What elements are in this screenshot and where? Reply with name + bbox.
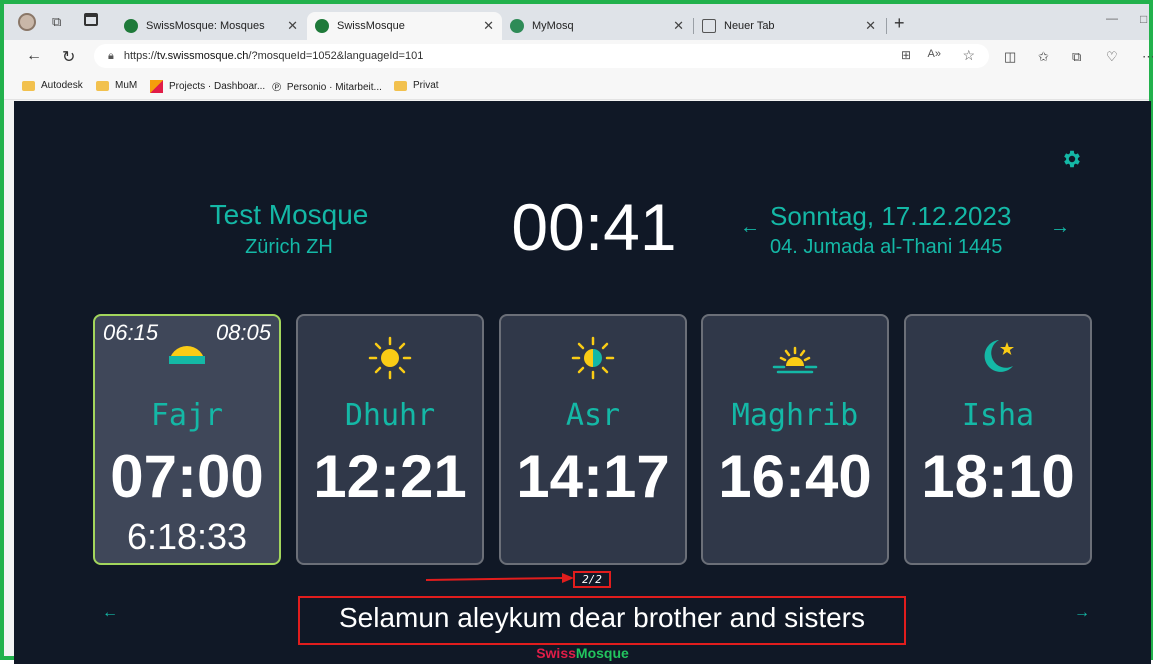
brand-part-1: Swiss — [536, 645, 576, 661]
more-menu-icon[interactable]: ⋯ — [1142, 49, 1153, 65]
tab-label: Neuer Tab — [724, 20, 775, 32]
moon-star-icon — [906, 336, 1090, 380]
next-message-arrow-icon[interactable]: → — [1074, 604, 1090, 622]
bookmark-label: Projects · Dashboar... — [169, 81, 266, 92]
prayer-time: 12:21 — [313, 443, 467, 510]
prayer-card-fajr: 06:15 08:05 Fajr 07:00 6:18:33 — [93, 314, 281, 565]
refresh-icon[interactable]: ↻ — [62, 47, 75, 67]
hijri-date: 04. Jumada al-Thani 1445 — [770, 236, 1003, 258]
read-aloud-icon[interactable]: A» — [928, 48, 941, 60]
tab-swissmosque[interactable]: SwissMosque ✕ — [307, 12, 502, 40]
settings-gear-icon[interactable] — [1061, 148, 1083, 170]
prayer-card-maghrib: Maghrib 16:40 — [701, 314, 889, 565]
prayer-countdown: 6:18:33 — [126, 516, 248, 557]
gregorian-date: Sonntag, 17.12.2023 — [770, 201, 1012, 231]
prayer-name: Maghrib — [731, 398, 859, 433]
tab-label: MyMosq — [532, 20, 574, 32]
bookmark-label: Autodesk — [41, 80, 83, 91]
prayer-time: 18:10 — [921, 443, 1075, 510]
bookmark-label: Personio · Mitarbeit... — [286, 81, 382, 93]
tab-strip: ⧉ SwissMosque: Mosques ✕ SwissMosque ✕ M… — [4, 4, 1149, 40]
url-field[interactable]: 🔒︎ https://tv.swissmosque.ch/?mosqueId=1… — [94, 44, 989, 68]
folder-icon — [22, 80, 35, 91]
prayer-name: Dhuhr — [344, 398, 436, 433]
favorites-icon[interactable]: ✩ — [1038, 49, 1049, 65]
close-tab-icon[interactable]: ✕ — [673, 18, 684, 34]
sunset-icon — [703, 336, 887, 380]
split-screen-icon[interactable]: ◫ — [1004, 49, 1016, 65]
workspaces-icon[interactable]: ⧉ — [52, 14, 61, 30]
tab-separator — [886, 18, 887, 34]
bookmark-projects[interactable]: Projects · Dashboar... — [150, 80, 265, 93]
prayer-time: 14:17 — [516, 443, 670, 510]
close-tab-icon[interactable]: ✕ — [865, 18, 876, 34]
lock-icon: 🔒︎ — [108, 49, 114, 62]
tab-actions-icon[interactable] — [84, 13, 98, 26]
bookmark-mum[interactable]: MuM — [96, 80, 137, 91]
folder-icon — [394, 80, 407, 91]
bookmark-privat[interactable]: Privat — [394, 80, 439, 91]
new-tab-favicon-icon — [702, 19, 716, 33]
brand-part-2: Mosque — [575, 645, 629, 661]
prayer-name: Isha — [961, 398, 1035, 433]
tab-label: SwissMosque: Mosques — [146, 20, 265, 32]
app-available-icon[interactable]: ⊞ — [901, 48, 911, 62]
tab-swissmosque-mosques[interactable]: SwissMosque: Mosques ✕ — [116, 12, 306, 40]
bookmarks-bar: Autodesk MuM Projects · Dashboar... ℗ Pe… — [4, 72, 1149, 100]
collections-icon[interactable]: ⧉ — [1072, 49, 1081, 65]
tab-neuer-tab[interactable]: Neuer Tab ✕ — [694, 12, 884, 40]
next-day-arrow-icon[interactable]: → — [1050, 216, 1070, 239]
previous-day-arrow-icon[interactable]: ← — [740, 216, 760, 239]
favorite-star-icon[interactable]: ☆ — [962, 47, 975, 64]
bookmark-label: Privat — [413, 80, 439, 91]
swissmosque-favicon-icon — [124, 19, 138, 33]
folder-icon — [96, 80, 109, 91]
prayer-name: Asr — [565, 398, 621, 433]
browser-essentials-icon[interactable]: ♡ — [1106, 49, 1118, 65]
profile-avatar[interactable] — [18, 13, 36, 31]
announcement-message: Selamun aleykum dear brother and sisters — [298, 596, 906, 645]
tab-mymosq[interactable]: MyMosq ✕ — [502, 12, 692, 40]
personio-icon: ℗ — [272, 80, 281, 94]
bookmark-label: MuM — [115, 80, 138, 91]
address-bar-row: ← ↻ 🔒︎ https://tv.swissmosque.ch/?mosque… — [4, 40, 1153, 72]
prayer-name: Fajr — [150, 398, 224, 433]
brand-logo: SwissMosque — [14, 645, 1151, 661]
sun-icon — [298, 336, 482, 380]
minimize-icon[interactable]: — — [1106, 11, 1118, 25]
message-page-indicator: 2/2 — [573, 571, 611, 588]
url-prefix: https:// — [123, 50, 157, 62]
prayer-card-isha: Isha 18:10 — [904, 314, 1092, 565]
prayer-card-dhuhr: Dhuhr 12:21 — [296, 314, 484, 565]
url-host: tv.swissmosque.ch — [156, 50, 249, 62]
mosque-city: Zürich ZH — [245, 236, 333, 258]
close-tab-icon[interactable]: ✕ — [287, 18, 298, 34]
mymosq-favicon-icon — [510, 19, 524, 33]
dashboard-icon — [150, 80, 163, 93]
close-tab-icon[interactable]: ✕ — [483, 18, 494, 34]
previous-message-arrow-icon[interactable]: ← — [102, 604, 118, 622]
prayer-time: 16:40 — [718, 443, 872, 510]
prayer-card-asr: Asr 14:17 — [499, 314, 687, 565]
prayer-display: Test Mosque Zürich ZH 00:41 ← Sonntag, 1… — [14, 101, 1151, 664]
current-time: 00:41 — [511, 190, 677, 264]
bookmark-personio[interactable]: ℗ Personio · Mitarbeit... — [272, 80, 382, 94]
annotation-arrow — [426, 573, 574, 583]
browser-window: ⧉ SwissMosque: Mosques ✕ SwissMosque ✕ M… — [0, 0, 1153, 664]
mosque-name: Test Mosque — [209, 199, 369, 230]
half-sun-icon — [501, 336, 685, 380]
bookmark-autodesk[interactable]: Autodesk — [22, 80, 83, 91]
url-path: /?mosqueId=1052&languageId=101 — [248, 50, 424, 62]
prayer-time: 07:00 — [110, 443, 264, 510]
sunrise-icon — [95, 342, 279, 386]
maximize-icon[interactable]: □ — [1140, 12, 1147, 26]
tab-label: SwissMosque — [337, 20, 405, 32]
swissmosque-favicon-icon — [315, 19, 329, 33]
back-arrow-icon[interactable]: ← — [26, 47, 42, 65]
new-tab-icon[interactable]: + — [894, 13, 905, 34]
